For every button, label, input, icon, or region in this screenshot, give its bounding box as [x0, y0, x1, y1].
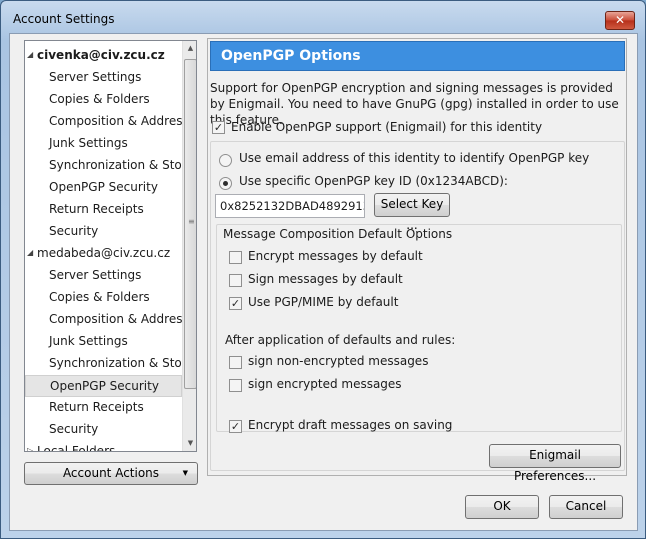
tree-item[interactable]: OpenPGP Security: [25, 375, 182, 397]
encrypt-default-checkbox[interactable]: [229, 251, 242, 264]
expanded-twisty-icon[interactable]: ◢: [27, 243, 33, 263]
page-title: OpenPGP Options: [210, 41, 625, 71]
account-actions-button[interactable]: Account Actions ▼: [24, 462, 198, 485]
dropdown-arrow-icon: ▼: [182, 469, 188, 477]
scroll-down-arrow-icon[interactable]: ▼: [183, 436, 196, 451]
select-key-button[interactable]: Select Key ...: [374, 193, 450, 232]
tree-item-label: Copies & Folders: [49, 92, 150, 106]
account-tree: ◢ civenka@civ.zcu.cz Server Settings Copies…: [24, 40, 197, 452]
tree-item[interactable]: Return Receipts: [25, 199, 182, 221]
encrypt-default-label[interactable]: Encrypt messages by default: [248, 249, 423, 263]
scroll-up-arrow-icon[interactable]: ▲: [183, 41, 196, 56]
expanded-twisty-icon[interactable]: ◢: [27, 45, 33, 65]
tree-item-label: OpenPGP Security: [49, 180, 158, 194]
tree-item-label: civenka@civ.zcu.cz: [37, 48, 165, 62]
tree-item[interactable]: Copies & Folders: [25, 287, 182, 309]
tree-item[interactable]: Copies & Folders: [25, 89, 182, 111]
tree-item-label: Server Settings: [49, 70, 142, 84]
tree-item-label: Security: [49, 224, 99, 238]
use-specific-key-radio-label[interactable]: Use specific OpenPGP key ID (0x1234ABCD)…: [239, 174, 508, 188]
tree-item[interactable]: Composition & Addres...: [25, 309, 194, 331]
tree-item-label: Composition & Addres...: [49, 114, 194, 128]
sign-nonencrypted-checkbox[interactable]: [229, 356, 242, 369]
use-email-radio-label[interactable]: Use email address of this identity to id…: [239, 151, 589, 165]
tree-item[interactable]: Junk Settings: [25, 331, 182, 353]
scrollbar-thumb[interactable]: ≡: [184, 59, 196, 389]
tree-account-row[interactable]: ◢ civenka@civ.zcu.cz: [25, 45, 182, 67]
account-settings-window: Account Settings ✕ ◢ civenka@civ.zcu.cz Se…: [0, 0, 646, 539]
tree-item[interactable]: Composition & Addres...: [25, 111, 194, 133]
tree-item-label: Junk Settings: [49, 334, 128, 348]
window-title: Account Settings: [13, 12, 115, 26]
account-actions-label: Account Actions: [62, 466, 160, 480]
key-id-input[interactable]: 0x8252132DBAD489291314: [215, 194, 365, 218]
sign-default-checkbox[interactable]: [229, 274, 242, 287]
tree-item-label: Security: [49, 422, 99, 436]
tree-item[interactable]: Return Receipts: [25, 397, 182, 419]
tree-item[interactable]: Security: [25, 419, 182, 441]
tree-scrollbar[interactable]: ▲ ≡ ▼: [182, 41, 196, 451]
openpgp-options-panel: OpenPGP Options Support for OpenPGP encr…: [207, 38, 627, 483]
close-button[interactable]: ✕: [605, 11, 635, 30]
use-specific-key-radio[interactable]: [219, 177, 232, 190]
grip-icon: ≡: [188, 217, 195, 226]
tree-account-row[interactable]: ▷ Local Folders: [25, 441, 182, 452]
title-bar[interactable]: Account Settings ✕: [1, 1, 645, 35]
composition-defaults-heading: Message Composition Default Options: [223, 227, 453, 241]
pgpmime-default-checkbox[interactable]: ✓: [229, 297, 242, 310]
tree-item[interactable]: Synchronization & Stor...: [25, 353, 196, 375]
tree-item-label: OpenPGP Security: [50, 379, 159, 393]
dialog-client-area: ◢ civenka@civ.zcu.cz Server Settings Copies…: [9, 33, 638, 531]
tree-item-label: Synchronization & Stor...: [49, 158, 197, 172]
tree-item-label: Junk Settings: [49, 136, 128, 150]
after-rules-heading: After application of defaults and rules:: [225, 333, 456, 347]
tree-item[interactable]: Security: [25, 221, 182, 243]
radio-dot: [223, 181, 228, 186]
enable-openpgp-checkbox[interactable]: ✓: [212, 121, 225, 134]
tree-item-label: Synchronization & Stor...: [49, 356, 197, 370]
sign-default-label[interactable]: Sign messages by default: [248, 272, 403, 286]
enable-openpgp-label[interactable]: Enable OpenPGP support (Enigmail) for th…: [231, 120, 542, 134]
enigmail-preferences-button[interactable]: Enigmail Preferences...: [489, 444, 621, 483]
tree-item[interactable]: Synchronization & Stor...: [25, 155, 196, 177]
encrypt-drafts-label[interactable]: Encrypt draft messages on saving: [248, 418, 452, 432]
tree-item[interactable]: Junk Settings: [25, 133, 182, 155]
pgpmime-default-label[interactable]: Use PGP/MIME by default: [248, 295, 398, 309]
tree-item[interactable]: Server Settings: [25, 265, 182, 287]
encrypt-drafts-checkbox[interactable]: ✓: [229, 420, 242, 433]
tree-item-label: Copies & Folders: [49, 290, 150, 304]
tree-item[interactable]: OpenPGP Security: [25, 177, 182, 199]
collapsed-twisty-icon[interactable]: ▷: [27, 441, 33, 451]
tree-item-label: Return Receipts: [49, 400, 144, 414]
sign-encrypted-checkbox[interactable]: [229, 379, 242, 392]
tree-item-label: Return Receipts: [49, 202, 144, 216]
cancel-button[interactable]: Cancel: [549, 495, 623, 519]
use-email-radio[interactable]: [219, 154, 232, 167]
tree-item-label: Local Folders: [37, 444, 116, 452]
tree-item-label: Composition & Addres...: [49, 312, 194, 326]
tree-item[interactable]: Server Settings: [25, 67, 182, 89]
sign-encrypted-label[interactable]: sign encrypted messages: [248, 377, 402, 391]
tree-item-label: medabeda@civ.zcu.cz: [37, 246, 171, 260]
sign-nonencrypted-label[interactable]: sign non-encrypted messages: [248, 354, 428, 368]
ok-button[interactable]: OK: [465, 495, 539, 519]
key-options-groupbox: Use email address of this identity to id…: [210, 141, 625, 483]
composition-defaults-groupbox: Message Composition Default Options Encr…: [216, 224, 622, 433]
tree-account-row[interactable]: ◢ medabeda@civ.zcu.cz: [25, 243, 182, 265]
tree-item-label: Server Settings: [49, 268, 142, 282]
